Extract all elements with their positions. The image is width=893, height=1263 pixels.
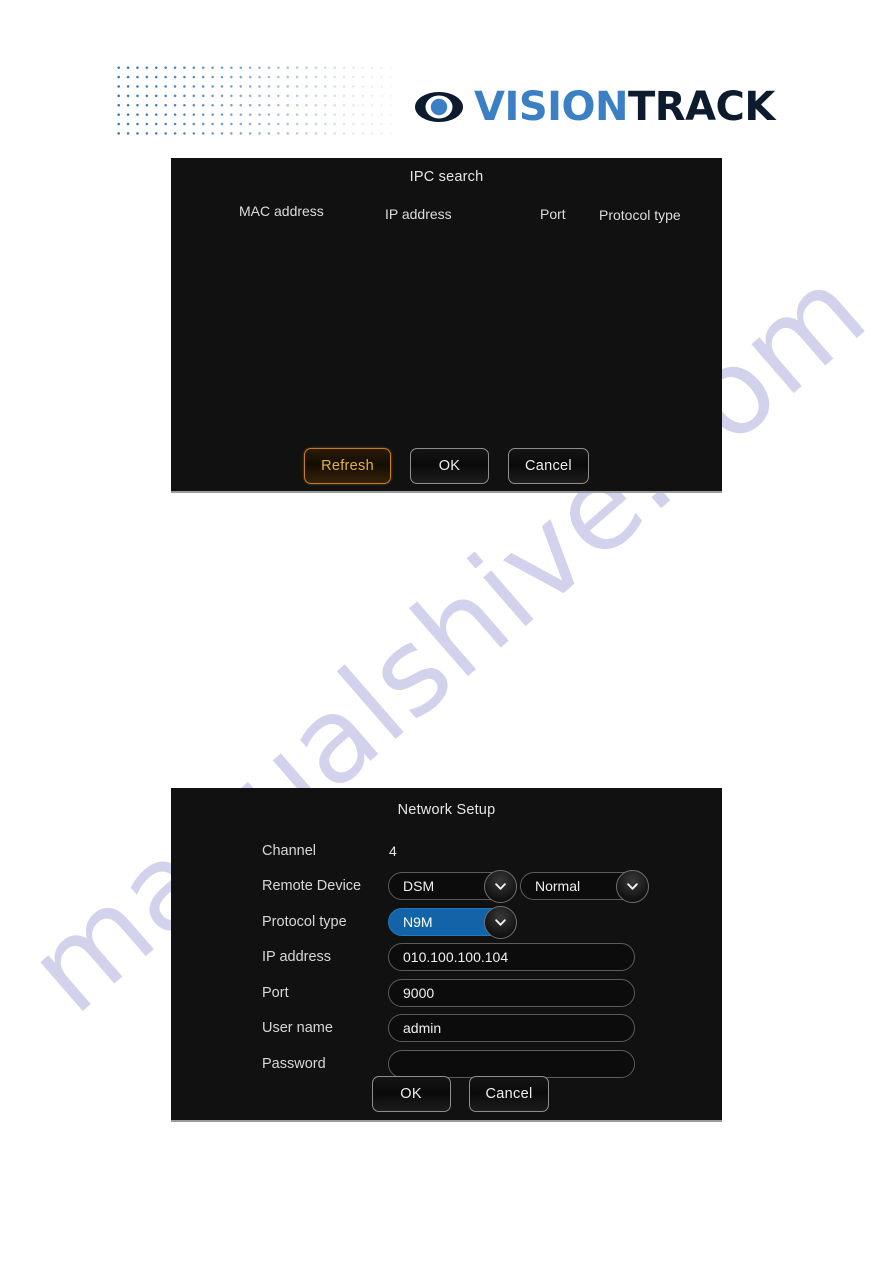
label-user-name: User name <box>262 1020 333 1037</box>
network-setup-form: Channel 4 Remote Device DSM Normal Proto… <box>171 833 722 1082</box>
label-channel: Channel <box>262 842 317 859</box>
form-row-protocol-type: Protocol type N9M <box>171 904 722 940</box>
label-remote-device: Remote Device <box>262 878 362 895</box>
eye-icon <box>415 92 463 122</box>
remote-device-mode-value: Normal <box>535 878 581 895</box>
password-input[interactable] <box>388 1049 635 1078</box>
column-header-ip-address: IP address <box>385 206 452 222</box>
column-header-port: Port <box>540 206 566 222</box>
value-channel: 4 <box>389 842 397 859</box>
logo-word-track: TRACK <box>628 84 775 130</box>
page-header: VISIONTRACK <box>0 0 893 158</box>
label-port: Port <box>262 984 289 1001</box>
ip-address-input[interactable]: 010.100.100.104 <box>388 943 635 972</box>
ip-address-value: 010.100.100.104 <box>403 949 509 966</box>
label-protocol-type: Protocol type <box>262 913 347 930</box>
remote-device-mode-dropdown[interactable]: Normal <box>520 870 649 904</box>
form-row-ip-address: IP address 010.100.100.104 <box>171 940 722 976</box>
cancel-button[interactable]: Cancel <box>468 1076 550 1112</box>
network-setup-title: Network Setup <box>397 802 496 818</box>
port-input[interactable]: 9000 <box>388 978 635 1007</box>
ipc-search-result-list[interactable] <box>191 238 702 438</box>
label-ip-address: IP address <box>262 949 332 966</box>
cancel-button[interactable]: Cancel <box>507 448 589 484</box>
ipc-search-title: IPC search <box>409 169 484 185</box>
chevron-down-icon[interactable] <box>484 905 517 939</box>
protocol-type-value: N9M <box>403 913 433 930</box>
form-row-user-name: User name admin <box>171 1011 722 1047</box>
logo-word-vision: VISION <box>474 84 629 130</box>
label-password: Password <box>262 1055 326 1072</box>
ipc-search-column-headers: MAC address IP address Port Protocol typ… <box>171 203 722 227</box>
ipc-search-dialog: IPC search MAC address IP address Port P… <box>171 158 722 493</box>
ok-button[interactable]: OK <box>409 448 489 484</box>
form-row-port: Port 9000 <box>171 975 722 1011</box>
page-root: manualshive.com VISIONTRACK IPC search M… <box>0 0 893 1263</box>
remote-device-dropdown[interactable]: DSM <box>388 870 517 904</box>
logo-wordmark: VISIONTRACK <box>474 87 775 127</box>
chevron-down-icon[interactable] <box>616 870 649 904</box>
network-setup-dialog: Network Setup Channel 4 Remote Device DS… <box>171 788 722 1122</box>
port-value: 9000 <box>403 984 435 1001</box>
column-header-protocol-type: Protocol type <box>599 207 681 223</box>
dot-grid-pattern-icon <box>113 62 394 141</box>
protocol-type-dropdown[interactable]: N9M <box>388 905 517 939</box>
form-row-channel: Channel 4 <box>171 833 722 869</box>
network-setup-button-bar: OK Cancel <box>171 1076 722 1112</box>
remote-device-value: DSM <box>403 878 435 895</box>
refresh-button[interactable]: Refresh <box>304 448 391 484</box>
ipc-search-button-bar: Refresh OK Cancel <box>171 448 722 484</box>
visiontrack-logo: VISIONTRACK <box>414 83 775 131</box>
chevron-down-icon[interactable] <box>484 870 517 904</box>
column-header-mac-address: MAC address <box>239 203 324 219</box>
user-name-value: admin <box>403 1020 442 1037</box>
user-name-input[interactable]: admin <box>388 1014 635 1043</box>
ok-button[interactable]: OK <box>371 1076 451 1112</box>
form-row-remote-device: Remote Device DSM Normal <box>171 869 722 905</box>
